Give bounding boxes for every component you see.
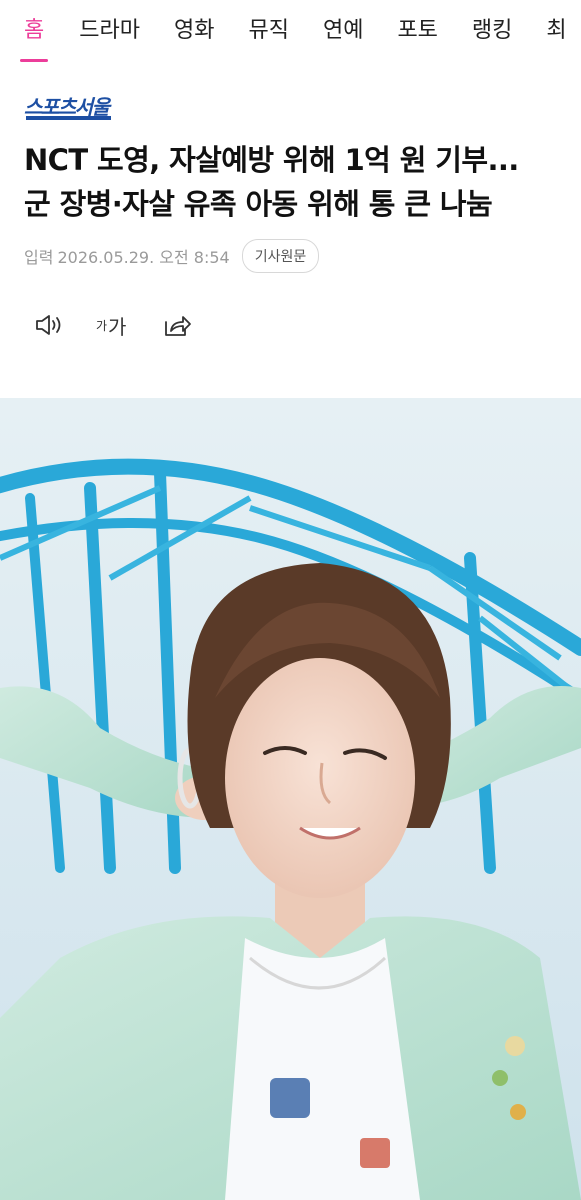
headline-line-1: NCT 도영, 자살예방 위해 1억 원 기부...	[24, 143, 519, 177]
date-label: 입력	[24, 248, 54, 267]
original-article-button[interactable]: 기사원문	[241, 239, 320, 273]
tab-ranking[interactable]: 랭킹	[472, 0, 512, 44]
publish-date: 2026.05.29. 오전 8:54	[57, 248, 230, 267]
article-headline: NCT 도영, 자살예방 위해 1억 원 기부... 군 장병·자살 유족 아동…	[24, 138, 564, 226]
font-size-large-glyph: 가	[108, 314, 127, 339]
tab-music[interactable]: 뮤직	[248, 0, 288, 44]
logo-underline	[26, 116, 111, 120]
article-toolbar: 가 가	[34, 308, 192, 342]
tab-entertainment[interactable]: 연예	[323, 0, 363, 44]
share-button[interactable]	[162, 308, 192, 342]
speaker-icon	[34, 313, 64, 337]
article-photo	[0, 398, 581, 1200]
source-logo[interactable]: 스포츠서울	[24, 92, 111, 120]
article-photo-illustration	[0, 398, 581, 1200]
share-icon	[162, 312, 192, 338]
headline-line-2: 군 장병·자살 유족 아동 위해 통 큰 나눔	[24, 187, 493, 221]
tab-drama[interactable]: 드라마	[79, 0, 140, 44]
font-size-small-glyph: 가	[96, 318, 108, 333]
font-size-button[interactable]: 가 가	[96, 308, 126, 342]
read-aloud-button[interactable]	[34, 308, 64, 342]
tab-movie[interactable]: 영화	[174, 0, 214, 44]
category-tabs: 홈 드라마 영화 뮤직 연예 포토 랭킹 최	[0, 0, 581, 62]
tab-home[interactable]: 홈	[19, 0, 49, 62]
article-meta: 입력 2026.05.29. 오전 8:54 기사원문	[24, 238, 320, 274]
tab-more[interactable]: 최	[546, 0, 566, 44]
tab-photo[interactable]: 포토	[397, 0, 437, 44]
